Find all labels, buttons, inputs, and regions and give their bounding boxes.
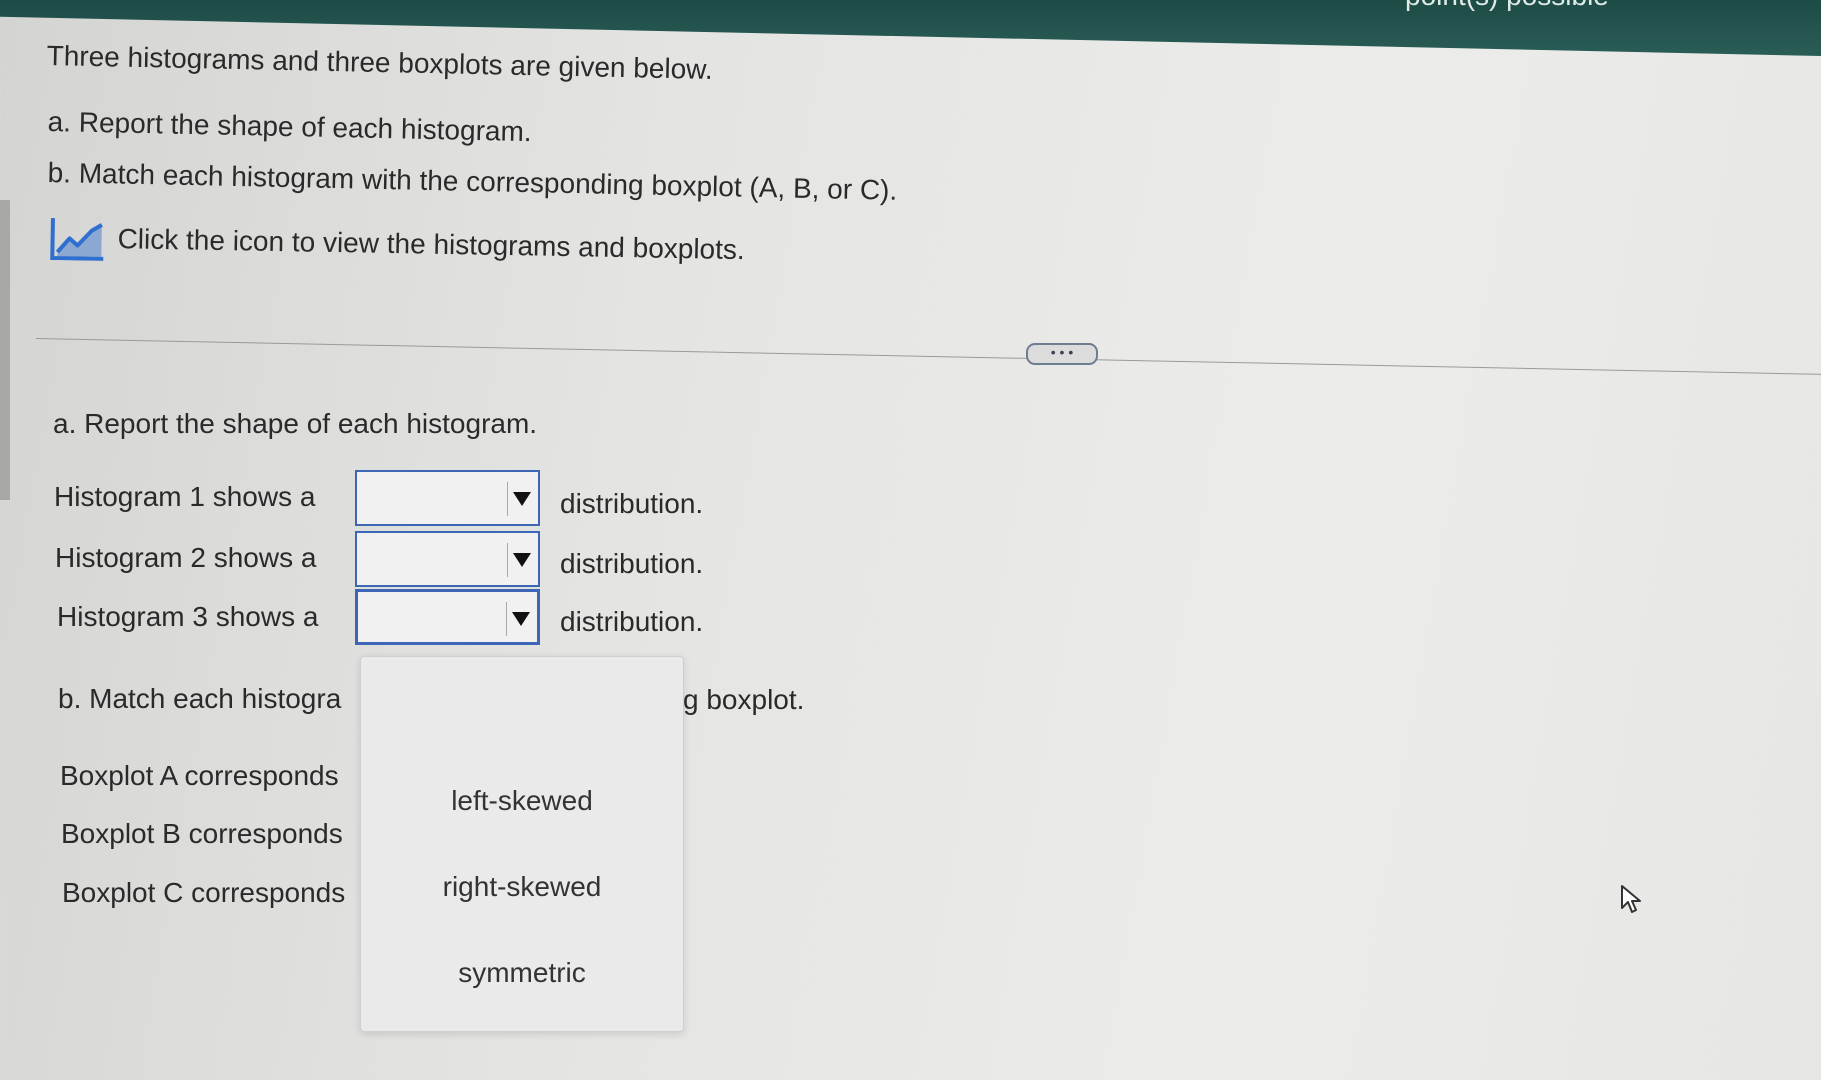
histogram-3-shape-select[interactable]	[355, 589, 540, 645]
boxplot-c-label: Boxplot C corresponds	[62, 877, 346, 908]
option-right-skewed[interactable]: right-skewed	[361, 871, 683, 903]
histogram-2-label: Histogram 2 shows a	[55, 542, 317, 573]
histogram-2-shape-select[interactable]	[355, 531, 540, 587]
points-possible-text: point(s) possible	[1405, 0, 1609, 12]
chevron-down-icon	[507, 543, 533, 577]
shape-dropdown-menu: left-skewed right-skewed symmetric	[360, 656, 684, 1032]
view-figures-row: Click the icon to view the histograms an…	[49, 216, 745, 272]
histogram-1-suffix: distribution.	[560, 488, 704, 519]
question-part-a: a. Report the shape of each histogram.	[47, 106, 532, 148]
left-scroll-edge	[0, 200, 10, 500]
chevron-down-icon	[506, 602, 532, 636]
more-button[interactable]: • • •	[1026, 343, 1098, 365]
histogram-3-suffix: distribution.	[560, 606, 704, 637]
question-intro: Three histograms and three boxplots are …	[46, 40, 714, 85]
section-a-title: a. Report the shape of each histogram.	[53, 408, 538, 439]
chevron-down-icon	[507, 482, 533, 516]
section-b-title-end: g boxplot.	[683, 684, 805, 715]
histogram-3-label: Histogram 3 shows a	[57, 601, 319, 632]
histogram-2-suffix: distribution.	[560, 548, 704, 579]
boxplot-b-label: Boxplot B corresponds	[61, 818, 343, 849]
histogram-1-label: Histogram 1 shows a	[54, 481, 316, 512]
section-b-title: b. Match each histogra	[58, 683, 342, 714]
line-chart-icon[interactable]	[49, 216, 106, 261]
view-figures-text: Click the icon to view the histograms an…	[117, 223, 745, 266]
option-symmetric[interactable]: symmetric	[361, 957, 683, 989]
boxplot-a-label: Boxplot A corresponds	[60, 760, 339, 791]
option-left-skewed[interactable]: left-skewed	[361, 785, 683, 817]
histogram-1-shape-select[interactable]	[355, 470, 540, 526]
section-divider	[35, 338, 1821, 376]
mouse-cursor-icon	[1620, 884, 1642, 921]
question-part-b: b. Match each histogram with the corresp…	[47, 157, 898, 206]
